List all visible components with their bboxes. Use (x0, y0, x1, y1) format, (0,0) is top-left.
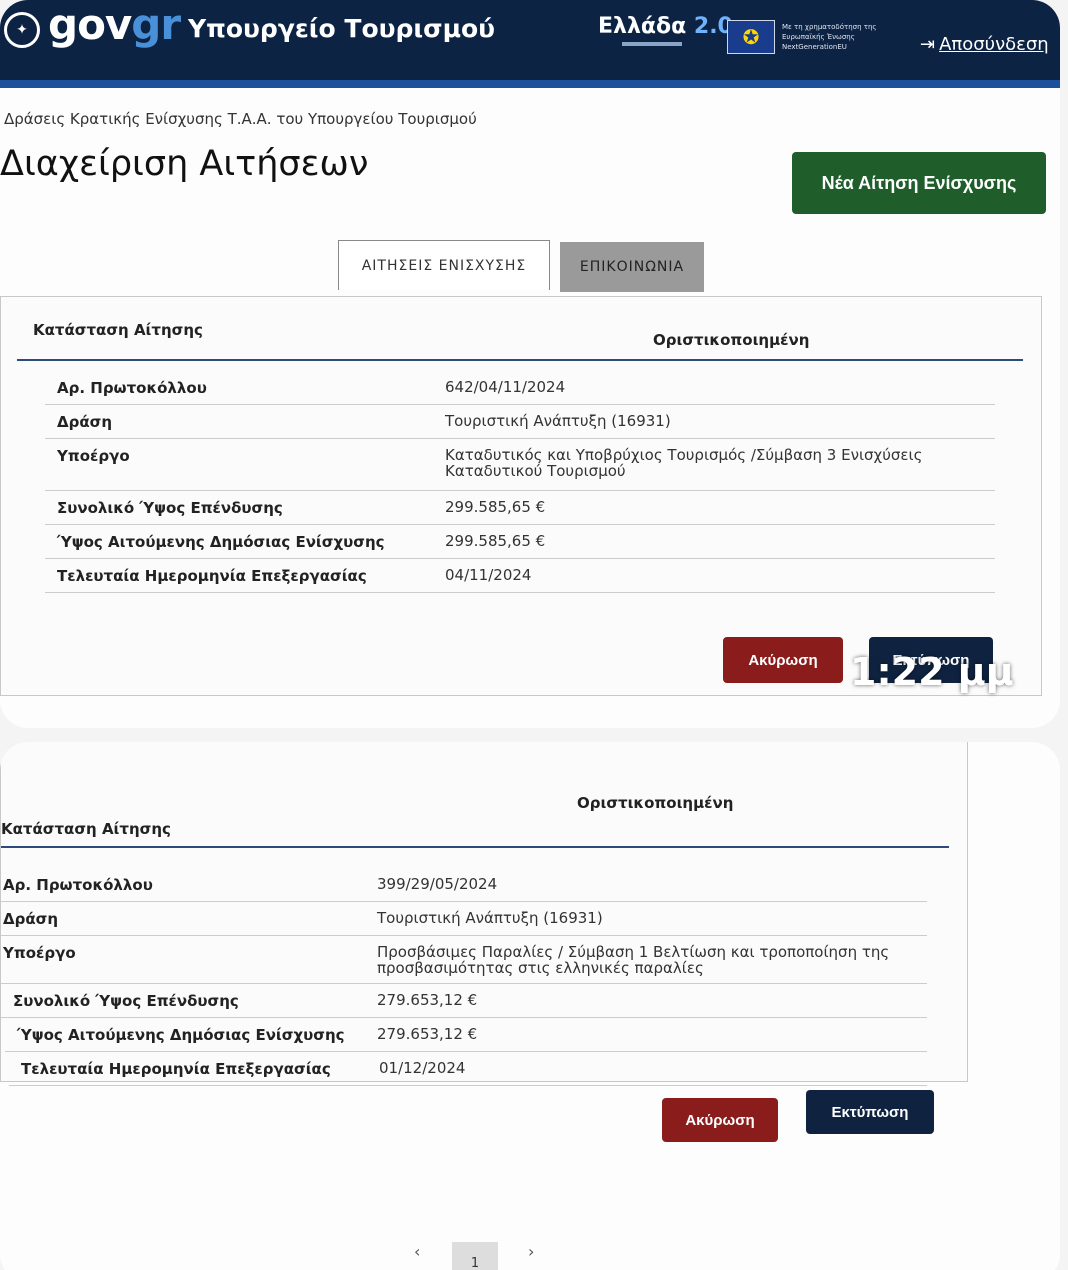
table-row: Τελευταία Ημερομηνία Επεξεργασίας 01/12/… (9, 1052, 927, 1086)
row-label: Συνολικό Ύψος Επένδυσης (57, 499, 283, 517)
header-accent-line (0, 80, 1060, 88)
status-label: Κατάσταση Αίτησης (33, 321, 203, 339)
logout-link[interactable]: ⇥ Αποσύνδεση (920, 34, 1049, 55)
row-value: Καταδυτικός και Υποβρύχιος Τουρισμός /Σύ… (445, 446, 923, 480)
cancel-button[interactable]: Ακύρωση (662, 1098, 778, 1142)
breadcrumb[interactable]: Δράσεις Κρατικής Ενίσχυσης Τ.Α.Α. του Υπ… (4, 110, 477, 128)
row-label: Συνολικό Ύψος Επένδυσης (13, 992, 239, 1010)
status-divider (1, 846, 949, 848)
greek-emblem-icon: ✦ (4, 12, 40, 48)
table-row: Υποέργο Προσβάσιμες Παραλίες / Σύμβαση 1… (0, 936, 927, 984)
row-label: Δράση (57, 413, 113, 431)
table-row: Συνολικό Ύψος Επένδυσης 299.585,65 € (45, 491, 995, 525)
row-value: Τουριστική Ανάπτυξη (16931) (377, 909, 603, 927)
cancel-button[interactable]: Ακύρωση (723, 637, 843, 683)
tab-contact[interactable]: ΕΠΙΚΟΙΝΩΝΙΑ (560, 242, 704, 292)
status-value: Οριστικοποιημένη (577, 794, 734, 812)
logout-label: Αποσύνδεση (939, 34, 1049, 55)
new-application-button[interactable]: Νέα Αίτηση Ενίσχυσης (792, 152, 1046, 214)
eu-flag-icon: ✪ (727, 20, 775, 54)
row-label: Υποέργο (3, 944, 76, 962)
eu-funding-text: Με τη χρηματοδότηση της Ευρωπαϊκής Ένωση… (782, 23, 877, 51)
logo-main-text: gov (48, 0, 132, 49)
logo-accent-text: gr (131, 0, 181, 49)
table-row: Ύψος Αιτούμενης Δημόσιας Ενίσχυσης 279.6… (5, 1018, 927, 1052)
status-divider (17, 359, 1023, 361)
table-row: Δράση Τουριστική Ανάπτυξη (16931) (0, 902, 927, 936)
row-value: Προσβάσιμες Παραλίες / Σύμβαση 1 Βελτίωσ… (377, 943, 890, 977)
status-value: Οριστικοποιημένη (653, 331, 810, 349)
application-panel: Κατάσταση Αίτησης Οριστικοποιημένη Αρ. Π… (0, 296, 1042, 696)
row-value: 642/04/11/2024 (445, 378, 566, 396)
table-row: Ύψος Αιτούμενης Δημόσιας Ενίσχυσης 299.5… (45, 525, 995, 559)
pagination-prev-button[interactable]: ‹ (414, 1242, 420, 1261)
ministry-name: Υπουργείο Τουρισμού (188, 14, 496, 43)
program-logo: Ελλάδα 2.0 (598, 14, 733, 39)
row-value: 279.653,12 € (377, 1025, 478, 1043)
row-label: Υποέργο (57, 447, 130, 465)
govgr-logo[interactable]: govgr (48, 0, 181, 49)
row-value: 01/12/2024 (379, 1059, 466, 1077)
message-timestamp: 1:22 μμ (850, 650, 1014, 694)
table-row: Αρ. Πρωτοκόλλου 399/29/05/2024 (0, 868, 927, 902)
row-label: Τελευταία Ημερομηνία Επεξεργασίας (21, 1060, 331, 1078)
status-label: Κατάσταση Αίτησης (1, 820, 171, 838)
tab-applications[interactable]: ΑΙΤΗΣΕΙΣ ΕΝΙΣΧΥΣΗΣ (338, 240, 550, 290)
logout-icon: ⇥ (920, 34, 936, 55)
table-row: Αρ. Πρωτοκόλλου 642/04/11/2024 (45, 371, 995, 405)
row-label: Δράση (3, 910, 59, 928)
program-logo-subline (622, 42, 682, 46)
table-row: Συνολικό Ύψος Επένδυσης 279.653,12 € (1, 984, 927, 1018)
row-label: Αρ. Πρωτοκόλλου (3, 876, 153, 894)
application-panel: Οριστικοποιημένη Κατάσταση Αίτησης Αρ. Π… (0, 742, 968, 1086)
row-label: Τελευταία Ημερομηνία Επεξεργασίας (57, 567, 367, 585)
pagination-current-page[interactable]: 1 (452, 1242, 498, 1270)
row-value: 299.585,65 € (445, 498, 546, 516)
screenshot-card-top: ✦ govgr Υπουργείο Τουρισμού Ελλάδα 2.0 ✪… (0, 0, 1060, 728)
page-title: Διαχείριση Αιτήσεων (0, 144, 369, 184)
row-value: 399/29/05/2024 (377, 875, 498, 893)
row-label: Ύψος Αιτούμενης Δημόσιας Ενίσχυσης (17, 1026, 345, 1044)
row-label: Αρ. Πρωτοκόλλου (57, 379, 207, 397)
row-value: 299.585,65 € (445, 532, 546, 550)
program-name: Ελλάδα (598, 14, 687, 39)
table-row: Δράση Τουριστική Ανάπτυξη (16931) (45, 405, 995, 439)
screenshot-card-bottom: Οριστικοποιημένη Κατάσταση Αίτησης Αρ. Π… (0, 742, 1060, 1270)
pagination-next-button[interactable]: › (528, 1242, 534, 1261)
site-header: ✦ govgr Υπουργείο Τουρισμού Ελλάδα 2.0 ✪… (0, 0, 1060, 88)
row-value: Τουριστική Ανάπτυξη (16931) (445, 412, 671, 430)
print-button[interactable]: Εκτύπωση (806, 1090, 934, 1134)
row-value: 04/11/2024 (445, 566, 532, 584)
table-row: Υποέργο Καταδυτικός και Υποβρύχιος Τουρι… (45, 439, 995, 491)
table-row: Τελευταία Ημερομηνία Επεξεργασίας 04/11/… (45, 559, 995, 593)
row-label: Ύψος Αιτούμενης Δημόσιας Ενίσχυσης (57, 533, 385, 551)
row-value: 279.653,12 € (377, 991, 478, 1009)
